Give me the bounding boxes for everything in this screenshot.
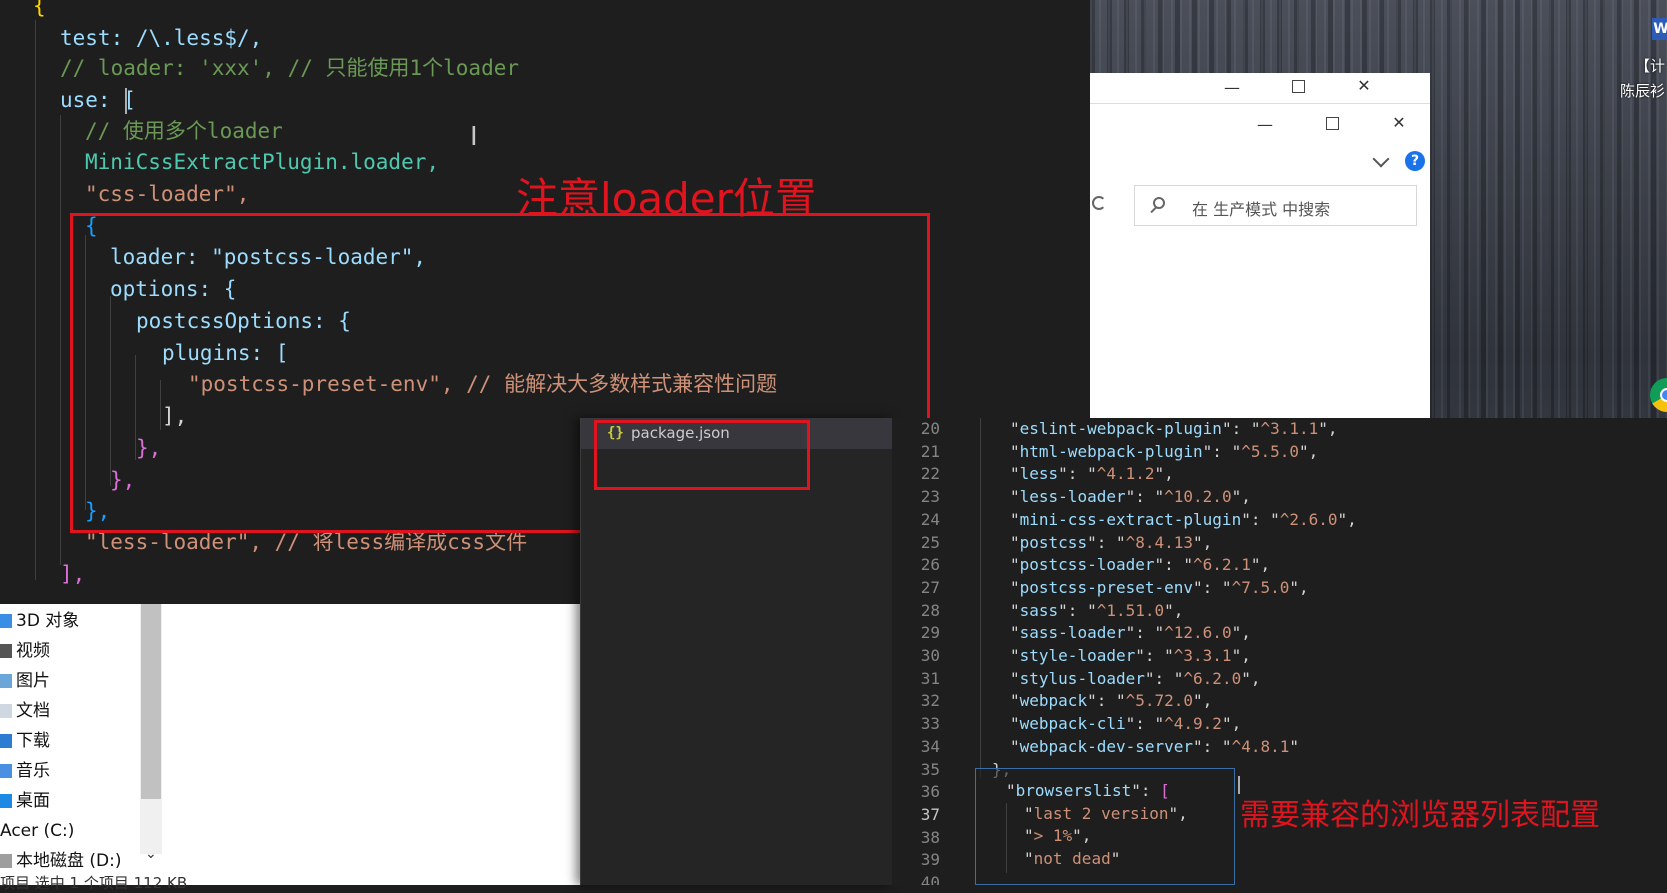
line-number: 32	[920, 691, 940, 711]
nav-item-desktop[interactable]: 桌面	[0, 786, 50, 816]
code-line: MiniCssExtractPlugin.loader,	[85, 150, 440, 174]
caret	[125, 88, 127, 114]
music-icon	[0, 764, 12, 778]
browserslist-item: "not dead"	[1024, 849, 1121, 868]
nav-item-documents[interactable]: 文档	[0, 696, 50, 726]
dependency-line: "postcss": "^8.4.13",	[1010, 532, 1213, 552]
line-number: 27	[920, 577, 940, 597]
dependency-line: "webpack-dev-server": "^4.8.1"	[1010, 736, 1299, 756]
minimize-icon[interactable]: —	[1255, 116, 1275, 134]
refresh-icon[interactable]	[1092, 196, 1106, 210]
explorer-status-bar: 项目 选中 1 个项目 112 KB	[0, 874, 188, 892]
desktop-icon	[0, 794, 12, 808]
dependency-line: "webpack-cli": "^4.9.2",	[1010, 714, 1242, 734]
maximize-icon[interactable]	[1322, 116, 1342, 134]
browserslist-item: "last 2 version",	[1024, 804, 1188, 823]
close-icon[interactable]: ✕	[1389, 114, 1409, 132]
line-number: 26	[920, 555, 940, 575]
code-line: test: /\.less$/,	[60, 26, 263, 50]
code-line: // 使用多个loader	[85, 119, 283, 143]
desktop-label-1: 【计	[1634, 57, 1665, 75]
line-number: 33	[920, 714, 940, 734]
help-icon[interactable]: ?	[1405, 151, 1425, 171]
line-number: 25	[920, 532, 940, 552]
video-icon	[0, 644, 12, 658]
browserslist-key-line: "browserslist": [	[1006, 781, 1170, 800]
line-number: 29	[920, 623, 940, 643]
line-number: 21	[920, 441, 940, 461]
line-number: 22	[920, 464, 940, 484]
nav-scrollbar-thumb[interactable]	[141, 604, 161, 799]
scroll-down-icon[interactable]: ⌄	[145, 846, 157, 862]
dependency-line: "postcss-loader": "^6.2.1",	[1010, 555, 1271, 575]
nav-item-videos[interactable]: 视频	[0, 636, 50, 666]
code-line: // loader: 'xxx', // 只能使用1个loader	[60, 56, 520, 80]
word-app-icon[interactable]: W	[1652, 18, 1667, 40]
documents-icon	[0, 704, 12, 718]
indent-guide	[980, 418, 981, 778]
browserslist-block: "browserslist": [ "last 2 version", "> 1…	[975, 768, 1235, 885]
indent-guide	[1006, 803, 1007, 873]
highlight-box-package-json	[594, 420, 810, 490]
search-icon	[1153, 197, 1165, 209]
text-cursor-icon: I	[470, 122, 478, 152]
line-number: 24	[920, 509, 940, 529]
dependency-line: "sass": "^1.51.0",	[1010, 600, 1184, 620]
line-number: 34	[920, 736, 940, 756]
nav-item-music[interactable]: 音乐	[0, 756, 50, 786]
nav-item-downloads[interactable]: 下载	[0, 726, 50, 756]
pictures-icon	[0, 674, 12, 688]
search-placeholder: 在 生产模式 中搜索	[1192, 200, 1331, 219]
code-line: {	[33, 0, 46, 18]
code-line: "css-loader",	[85, 182, 250, 206]
indent-guide	[60, 115, 61, 565]
close-icon[interactable]: ✕	[1354, 77, 1374, 95]
dependency-line: "less": "^4.1.2",	[1010, 464, 1174, 484]
code-line: ],	[60, 562, 86, 586]
search-input[interactable]: 在 生产模式 中搜索	[1134, 185, 1417, 226]
file-explorer-nav: 3D 对象 视频 图片 文档 下载 音乐 桌面 Acer (C:) 本地磁盘 (…	[0, 604, 580, 885]
line-number: 30	[920, 646, 940, 665]
dependency-line: "sass-loader": "^12.6.0",	[1010, 623, 1251, 643]
download-icon	[0, 734, 12, 748]
explorer-window-back: — ✕	[1090, 73, 1430, 103]
indent-guide	[35, 20, 36, 580]
dependency-line: "eslint-webpack-plugin": "^3.1.1",	[1010, 419, 1338, 438]
line-number: 36	[920, 782, 940, 802]
line-number: 28	[920, 600, 940, 620]
nav-item-pictures[interactable]: 图片	[0, 666, 50, 696]
line-number: 31	[920, 668, 940, 688]
line-number: 35	[920, 759, 940, 779]
disk-icon	[0, 854, 12, 868]
dependency-line: "mini-css-extract-plugin": "^2.6.0",	[1010, 509, 1357, 529]
annotation-browserslist: 需要兼容的浏览器列表配置	[1240, 798, 1600, 833]
browserslist-item: "> 1%",	[1024, 826, 1092, 845]
3d-objects-icon	[0, 614, 12, 628]
dependency-line: "webpack": "^5.72.0",	[1010, 691, 1213, 711]
dependency-line: "stylus-loader": "^6.2.0",	[1010, 668, 1261, 688]
desktop-label-2: 陈辰衫	[1619, 82, 1665, 100]
dependency-line: "less-loader": "^10.2.0",	[1010, 487, 1251, 507]
line-number-active: 37	[920, 804, 940, 824]
dependency-line: "style-loader": "^3.3.1",	[1010, 646, 1251, 665]
nav-item-3d-objects[interactable]: 3D 对象	[0, 606, 79, 636]
line-number: 20	[920, 419, 940, 438]
dependency-line: "postcss-preset-env": "^7.5.0",	[1010, 577, 1309, 597]
line-number: 40	[920, 873, 940, 885]
nav-item-drive-c[interactable]: Acer (C:)	[0, 816, 74, 846]
line-number: 38	[920, 827, 940, 847]
line-number: 39	[920, 850, 940, 870]
maximize-icon[interactable]	[1288, 79, 1308, 97]
minimize-icon[interactable]: —	[1222, 79, 1242, 97]
dependency-line: "html-webpack-plugin": "^5.5.0",	[1010, 441, 1319, 461]
line-number: 23	[920, 487, 940, 507]
annotation-loader-position: 注意loader位置	[516, 174, 817, 223]
